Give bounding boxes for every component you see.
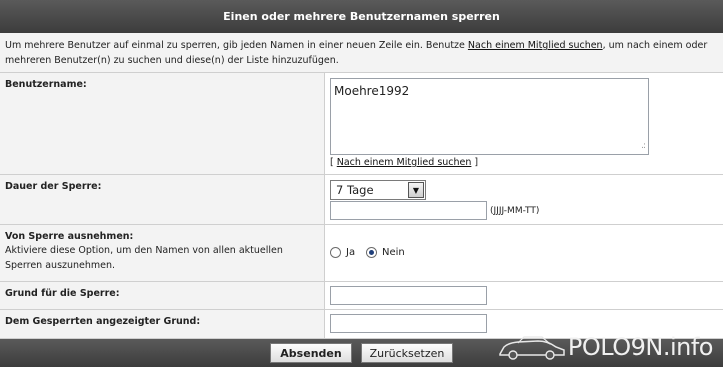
- reason-label: Grund für die Sperre:: [5, 288, 120, 299]
- radio-yes-icon[interactable]: [330, 247, 341, 258]
- intro-find-member-link[interactable]: Nach einem Mitglied suchen: [468, 40, 603, 51]
- radio-no-label: Nein: [382, 247, 405, 258]
- intro-text-before: Um mehrere Benutzer auf einmal zu sperre…: [5, 40, 468, 51]
- radio-yes-label: Ja: [346, 247, 356, 258]
- find-suffix: ]: [471, 157, 479, 168]
- resize-grip-icon[interactable]: .:: [641, 141, 646, 151]
- reason-row: Grund für die Sperre:: [0, 282, 723, 310]
- intro-text: Um mehrere Benutzer auf einmal zu sperre…: [0, 33, 723, 73]
- reset-button[interactable]: Zurücksetzen: [361, 343, 453, 363]
- chevron-down-icon[interactable]: ▼: [408, 182, 424, 198]
- duration-row: Dauer der Sperre: 7 Tage ▼ (JJJJ-MM-TT): [0, 175, 723, 225]
- exclude-row: Von Sperre ausnehmen: Aktiviere diese Op…: [0, 225, 723, 282]
- find-member: [ Nach einem Mitglied suchen ]: [330, 157, 478, 168]
- submit-button[interactable]: Absenden: [270, 343, 352, 363]
- dialog-title: Einen oder mehrere Benutzernamen sperren: [0, 0, 723, 33]
- find-member-link[interactable]: Nach einem Mitglied suchen: [337, 157, 472, 168]
- duration-select[interactable]: 7 Tage ▼: [330, 180, 426, 200]
- exclude-label: Von Sperre ausnehmen:: [5, 231, 134, 242]
- reason-label-cell: Grund für die Sperre:: [0, 282, 325, 309]
- username-value: Moehre1992: [334, 84, 410, 98]
- brand-text: POLO9N.info: [567, 333, 714, 361]
- shown-reason-label: Dem Gesperrten angezeigter Grund:: [5, 316, 201, 327]
- username-input-cell: Moehre1992 .: [ Nach einem Mitglied such…: [325, 73, 723, 174]
- exclude-radio-no[interactable]: Nein: [366, 247, 405, 258]
- exclude-radio-yes[interactable]: Ja: [330, 247, 355, 258]
- find-prefix: [: [330, 157, 337, 168]
- username-label: Benutzername:: [5, 79, 87, 90]
- duration-label: Dauer der Sperre:: [5, 181, 102, 192]
- radio-no-icon[interactable]: [366, 247, 377, 258]
- exclude-label-cell: Von Sperre ausnehmen: Aktiviere diese Op…: [0, 225, 325, 281]
- reason-input-cell: [325, 282, 723, 309]
- username-label-cell: Benutzername:: [0, 73, 325, 174]
- shown-reason-input[interactable]: [330, 314, 487, 333]
- exclude-input-cell: Ja Nein: [325, 225, 723, 281]
- brand-watermark: POLO9N.info: [498, 327, 714, 367]
- reason-input[interactable]: [330, 286, 487, 305]
- end-date-input[interactable]: [330, 201, 487, 220]
- username-textarea[interactable]: Moehre1992 .:: [330, 78, 649, 155]
- shown-reason-label-cell: Dem Gesperrten angezeigter Grund:: [0, 310, 325, 338]
- username-row: Benutzername: Moehre1992 .: [ Nach einem…: [0, 73, 723, 175]
- date-format-hint: (JJJJ-MM-TT): [490, 206, 540, 216]
- duration-input-cell: 7 Tage ▼ (JJJJ-MM-TT): [325, 175, 723, 224]
- duration-label-cell: Dauer der Sperre:: [0, 175, 325, 224]
- car-logo-icon: [499, 336, 565, 360]
- exclude-description: Aktiviere diese Option, um den Namen von…: [5, 245, 283, 271]
- duration-selected: 7 Tage: [336, 183, 374, 197]
